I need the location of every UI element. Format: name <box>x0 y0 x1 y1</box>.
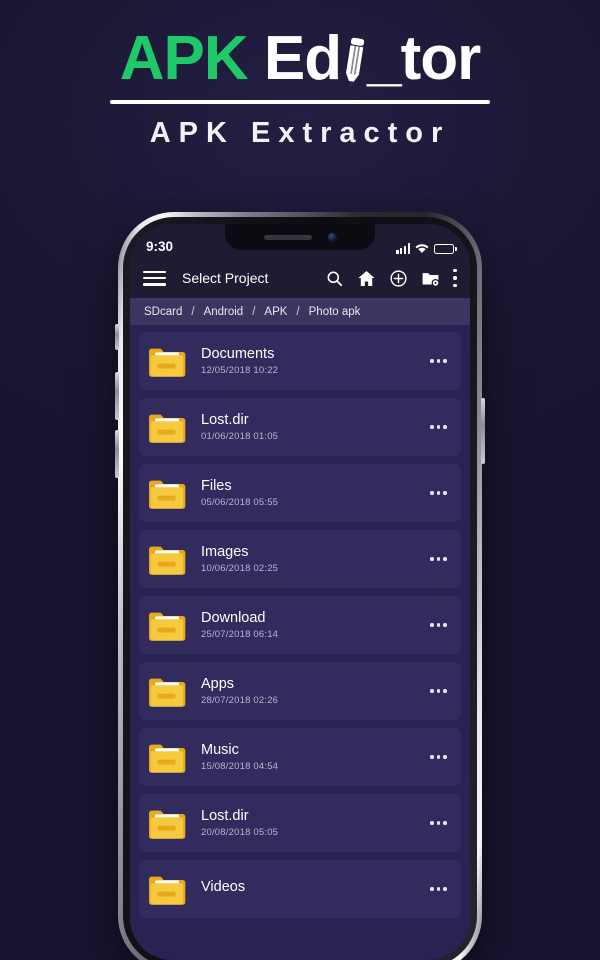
signal-icon <box>396 243 410 254</box>
file-row[interactable]: Images 10/06/2018 02:25 <box>139 530 461 588</box>
app-subtitle: APK Extractor <box>149 117 451 149</box>
breadcrumb-separator: / <box>296 305 300 318</box>
hamburger-menu-icon[interactable] <box>143 270 166 286</box>
row-overflow-icon[interactable] <box>428 683 449 699</box>
breadcrumb-item-sdcard[interactable]: SDcard <box>142 306 184 318</box>
phone-notch <box>225 224 375 250</box>
new-folder-icon[interactable] <box>421 269 440 288</box>
folder-icon <box>148 742 186 773</box>
earpiece-speaker-icon <box>263 234 312 240</box>
toolbar-title: Select Project <box>182 270 269 286</box>
title-tor: _tor <box>367 24 481 93</box>
folder-icon <box>148 412 186 443</box>
battery-icon <box>434 244 457 254</box>
folder-icon <box>148 808 186 839</box>
file-date: 15/08/2018 04:54 <box>201 761 279 773</box>
file-date: 25/07/2018 06:14 <box>201 629 279 641</box>
file-row[interactable]: Download 25/07/2018 06:14 <box>139 596 461 654</box>
file-name: Videos <box>201 879 246 896</box>
breadcrumb: SDcard / Android / APK / Photo apk <box>130 298 470 325</box>
phone-mute-button[interactable] <box>115 324 119 350</box>
app-title: APK Ed _tor <box>120 28 482 90</box>
file-meta: Music 15/08/2018 04:54 <box>201 742 428 773</box>
poster-canvas: APK Ed _tor APK Extractor 9:30 Select Pr… <box>0 0 600 960</box>
file-name: Download <box>201 609 266 626</box>
file-meta: Lost.dir 20/08/2018 05:05 <box>201 808 428 839</box>
row-overflow-icon[interactable] <box>428 749 449 765</box>
file-date: 20/08/2018 05:05 <box>201 827 279 839</box>
phone-screen: 9:30 Select Project SDcard / Android / A… <box>130 224 470 960</box>
file-date: 12/05/2018 10:22 <box>201 365 279 377</box>
title-ed: Ed <box>263 24 342 93</box>
phone-power-button[interactable] <box>481 398 485 464</box>
row-overflow-icon[interactable] <box>428 881 449 897</box>
file-row[interactable]: Music 15/08/2018 04:54 <box>139 728 461 786</box>
add-circle-icon[interactable] <box>389 269 408 288</box>
folder-icon <box>148 610 186 641</box>
row-overflow-icon[interactable] <box>428 815 449 831</box>
file-name: Lost.dir <box>201 411 249 428</box>
front-camera-icon <box>327 232 337 242</box>
file-name: Documents <box>201 345 275 362</box>
app-ui: 9:30 Select Project SDcard / Android / A… <box>130 224 470 960</box>
file-row[interactable]: Lost.dir 20/08/2018 05:05 <box>139 794 461 852</box>
file-meta: Files 05/06/2018 05:55 <box>201 478 428 509</box>
toolbar-actions <box>325 269 457 288</box>
file-meta: Images 10/06/2018 02:25 <box>201 544 428 575</box>
file-row[interactable]: Files 05/06/2018 05:55 <box>139 464 461 522</box>
overflow-menu-icon[interactable] <box>453 269 457 287</box>
wifi-icon <box>415 244 429 254</box>
row-overflow-icon[interactable] <box>428 617 449 633</box>
phone-volume-down-button[interactable] <box>115 430 119 478</box>
logo-header: APK Ed _tor APK Extractor <box>0 28 600 150</box>
file-meta: Documents 12/05/2018 10:22 <box>201 346 428 377</box>
row-overflow-icon[interactable] <box>428 551 449 567</box>
file-name: Apps <box>201 675 235 692</box>
phone-volume-up-button[interactable] <box>115 372 119 420</box>
file-name: Lost.dir <box>201 807 249 824</box>
folder-icon <box>148 676 186 707</box>
file-date: 28/07/2018 02:26 <box>201 695 279 707</box>
breadcrumb-item-apk[interactable]: APK <box>262 306 289 318</box>
file-row[interactable]: Apps 28/07/2018 02:26 <box>139 662 461 720</box>
file-meta: Lost.dir 01/06/2018 01:05 <box>201 412 428 443</box>
file-meta: Apps 28/07/2018 02:26 <box>201 676 428 707</box>
file-name: Images <box>201 543 249 560</box>
file-date: 05/06/2018 05:55 <box>201 497 279 509</box>
breadcrumb-item-android[interactable]: Android <box>202 306 246 318</box>
file-meta: Videos <box>201 879 428 899</box>
breadcrumb-item-photo-apk[interactable]: Photo apk <box>307 306 363 318</box>
row-overflow-icon[interactable] <box>428 485 449 501</box>
search-icon[interactable] <box>325 269 344 288</box>
row-overflow-icon[interactable] <box>428 353 449 369</box>
folder-icon <box>148 544 186 575</box>
file-row[interactable]: Lost.dir 01/06/2018 01:05 <box>139 398 461 456</box>
pencil-icon <box>341 28 367 90</box>
folder-icon <box>148 346 186 377</box>
file-date: 10/06/2018 02:25 <box>201 563 279 575</box>
file-date: 01/06/2018 01:05 <box>201 431 279 443</box>
file-row[interactable]: Videos <box>139 860 461 918</box>
home-icon[interactable] <box>357 269 376 288</box>
folder-icon <box>148 874 186 905</box>
status-icons <box>396 243 457 254</box>
file-name: Files <box>201 477 232 494</box>
app-toolbar: Select Project <box>130 258 470 298</box>
breadcrumb-separator: / <box>252 305 256 318</box>
row-overflow-icon[interactable] <box>428 419 449 435</box>
phone-mockup: 9:30 Select Project SDcard / Android / A… <box>115 212 485 960</box>
file-list[interactable]: Documents 12/05/2018 10:22 Lost.dir 01/0… <box>130 325 470 960</box>
status-time: 9:30 <box>146 239 174 254</box>
file-meta: Download 25/07/2018 06:14 <box>201 610 428 641</box>
folder-icon <box>148 478 186 509</box>
title-apk: APK <box>119 24 249 93</box>
breadcrumb-separator: / <box>191 305 195 318</box>
logo-divider <box>110 100 490 104</box>
file-row[interactable]: Documents 12/05/2018 10:22 <box>139 332 461 390</box>
file-name: Music <box>201 741 239 758</box>
